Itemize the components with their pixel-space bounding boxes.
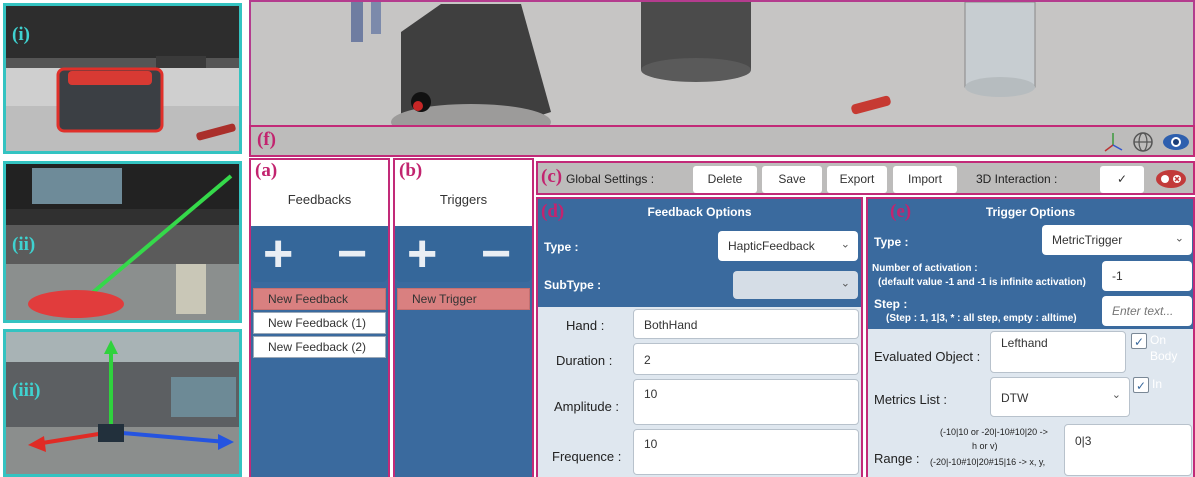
chevron-down-icon: ⌄ — [840, 277, 850, 290]
thumbnail-ii: (ii) — [3, 161, 242, 323]
main-3d-scene[interactable] — [249, 0, 1195, 126]
export-button[interactable]: Export — [827, 166, 887, 193]
feedback-subtype-select[interactable]: ⌄ — [733, 271, 858, 299]
frequence-input[interactable]: 10 — [633, 429, 859, 475]
feedback-params-area: Hand : BothHand Duration : 2 Amplitude :… — [538, 307, 861, 477]
metrics-list-value: DTW — [1001, 391, 1029, 405]
step-input[interactable] — [1102, 296, 1192, 326]
range-hint-line2: h or v) — [972, 441, 998, 451]
hand-label: Hand : — [566, 318, 605, 333]
step-hint: (Step : 1, 1|3, * : all step, empty : al… — [886, 313, 1077, 324]
scene-laser-image — [6, 164, 239, 320]
add-trigger-button[interactable]: + — [407, 226, 437, 282]
panel-b-tag: (b) — [399, 160, 423, 181]
thumbnail-i-tag: (i) — [12, 24, 30, 45]
trigger-params-area: Evaluated Object : Lefthand ✓ On Body Me… — [868, 329, 1193, 477]
3d-interaction-toggle[interactable]: ✓ — [1100, 166, 1144, 193]
feedbacks-list-area: + − New Feedback New Feedback (1) New Fe… — [251, 226, 388, 477]
view-toolbar: (f) — [249, 125, 1195, 157]
duration-input[interactable]: 2 — [633, 343, 859, 375]
in-label: In — [1152, 377, 1163, 391]
triggers-panel: (b) Triggers + − New Trigger — [393, 158, 534, 477]
activation-input[interactable]: -1 — [1102, 261, 1192, 291]
metrics-list-label: Metrics List : — [874, 392, 947, 407]
scene-printer-image — [6, 6, 239, 151]
eye-icon[interactable] — [1161, 130, 1191, 154]
on-body-label-line1: On — [1150, 333, 1167, 347]
type-label: Type : — [544, 240, 579, 254]
trigger-options-panel: (e) Trigger Options Type : MetricTrigger… — [866, 197, 1195, 477]
triggers-title: Triggers — [439, 192, 488, 207]
global-settings-bar: (c) Global Settings : Delete Save Export… — [536, 161, 1195, 195]
add-feedback-button[interactable]: + — [263, 226, 293, 282]
delete-button[interactable]: Delete — [693, 166, 757, 193]
save-button[interactable]: Save — [762, 166, 822, 193]
amplitude-input[interactable]: 10 — [633, 379, 859, 425]
metrics-list-select[interactable]: DTW ⌄ — [990, 377, 1130, 417]
chevron-down-icon: ⌄ — [840, 238, 850, 251]
lab-scene-image — [251, 2, 1193, 126]
feedbacks-add-remove-bar: + − — [251, 226, 388, 282]
panel-f-tag: (f) — [257, 129, 276, 150]
range-hint-line1: (-10|10 or -20|-10#10|20 -> — [940, 427, 1048, 437]
vr-headset-close-icon[interactable] — [1154, 168, 1188, 190]
amplitude-label: Amplitude : — [554, 399, 620, 414]
feedback-list-item[interactable]: New Feedback (2) — [253, 336, 386, 358]
triggers-add-remove-bar: + − — [395, 226, 532, 282]
feedback-options-title: Feedback Options — [647, 205, 752, 219]
in-checkbox[interactable]: ✓ — [1133, 377, 1149, 393]
thumbnail-ii-tag: (ii) — [12, 234, 36, 255]
step-label: Step : — [874, 297, 908, 311]
frequence-label: Frequence : — [552, 449, 622, 464]
activation-label: Number of activation : — [872, 263, 978, 274]
chevron-down-icon: ⌄ — [1111, 389, 1121, 401]
panel-a-tag: (a) — [255, 160, 278, 181]
trigger-options-title: Trigger Options — [985, 205, 1076, 219]
remove-trigger-button[interactable]: − — [481, 226, 511, 282]
range-label: Range : — [874, 451, 920, 466]
feedbacks-panel: (a) Feedbacks + − New Feedback New Feedb… — [249, 158, 390, 477]
thumbnail-iii-tag: (iii) — [12, 380, 41, 401]
feedbacks-title: Feedbacks — [287, 192, 352, 207]
trigger-type-select[interactable]: MetricTrigger ⌄ — [1042, 225, 1192, 255]
axes-icon[interactable] — [1101, 130, 1125, 154]
feedback-options-panel: (d) Feedback Options Type : HapticFeedba… — [536, 197, 863, 477]
evaluated-object-input[interactable]: Lefthand — [990, 331, 1126, 373]
thumbnail-iii: (iii) — [3, 329, 242, 477]
feedback-type-value: HapticFeedback — [728, 239, 815, 253]
subtype-label: SubType : — [544, 278, 602, 292]
feedback-type-select[interactable]: HapticFeedback ⌄ — [718, 231, 858, 261]
import-button[interactable]: Import — [893, 166, 957, 193]
scene-gizmo-image — [6, 332, 239, 474]
range-input[interactable]: 0|3 — [1064, 424, 1192, 476]
evaluated-object-label: Evaluated Object : — [874, 349, 981, 364]
feedback-list-item[interactable]: New Feedback — [253, 288, 386, 310]
triggers-list-area: + − New Trigger — [395, 226, 532, 477]
on-body-checkbox[interactable]: ✓ — [1131, 333, 1147, 349]
remove-feedback-button[interactable]: − — [337, 226, 367, 282]
chevron-down-icon: ⌄ — [1174, 232, 1184, 245]
hand-input[interactable]: BothHand — [633, 309, 859, 339]
on-body-label-line2: Body — [1150, 349, 1178, 363]
global-settings-label: Global Settings : — [566, 172, 655, 186]
3d-interaction-label: 3D Interaction : — [976, 172, 1058, 186]
gizmo-rotate-icon[interactable] — [1131, 130, 1155, 154]
range-hint-line3: (-20|-10#10|20#15|16 -> x, y, — [930, 457, 1046, 467]
feedback-list-item[interactable]: New Feedback (1) — [253, 312, 386, 334]
trigger-type-label: Type : — [874, 235, 909, 249]
duration-label: Duration : — [556, 353, 613, 368]
trigger-list-item[interactable]: New Trigger — [397, 288, 530, 310]
thumbnail-i: (i) — [3, 3, 242, 154]
activation-hint: (default value -1 and -1 is infinite act… — [878, 277, 1086, 288]
trigger-type-value: MetricTrigger — [1052, 233, 1123, 247]
panel-c-tag: (c) — [541, 166, 563, 187]
